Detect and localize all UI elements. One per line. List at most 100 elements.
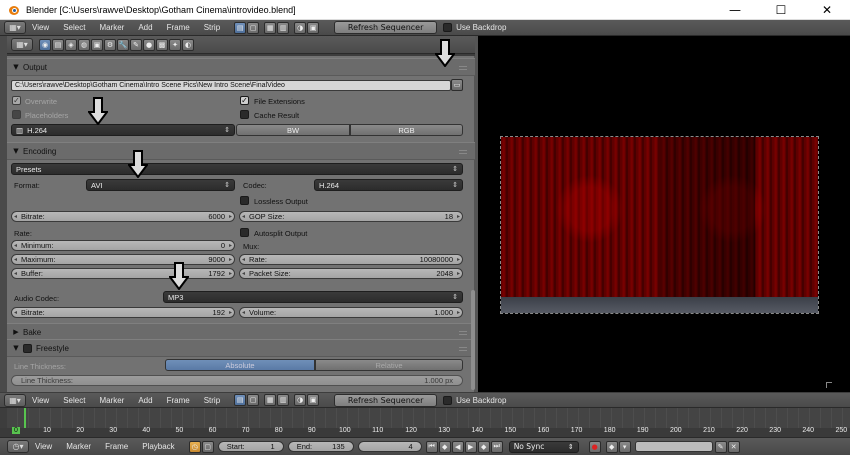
mux-rate-field[interactable]: ◂ Rate: 10080000 ▸ [239,254,463,265]
menu-view[interactable]: View [32,23,49,32]
codec-dropdown[interactable]: H.264 ⇕ [314,179,463,191]
jump-end-icon[interactable]: ⏭ [490,440,503,453]
container-format-dropdown[interactable]: AVI ⇕ [86,179,235,191]
cache-result-checkbox[interactable] [240,110,249,119]
prev-keyframe-icon[interactable]: ◆ [438,440,451,453]
menu-select[interactable]: Select [63,23,85,32]
rate-maximum-field[interactable]: ◂ Maximum: 9000 ▸ [11,254,235,265]
overlay-icon[interactable]: ◑ [294,21,307,34]
increment-arrow-icon[interactable]: ▸ [229,309,232,316]
playhead[interactable] [24,408,26,428]
next-keyframe-icon[interactable]: ◆ [477,440,490,453]
video-bitrate-field[interactable]: ◂ Bitrate: 6000 ▸ [11,211,235,222]
scene-icon[interactable]: ◈ [65,38,77,51]
data-icon[interactable]: ✎ [130,38,142,51]
keying-set-icon[interactable]: ▾ [618,440,631,453]
menu-view[interactable]: View [32,396,49,405]
menu-marker[interactable]: Marker [99,23,124,32]
decrement-arrow-icon[interactable]: ◂ [14,270,17,277]
corner-handle-icon[interactable] [826,382,832,388]
menu-frame[interactable]: Frame [167,23,190,32]
jump-start-icon[interactable]: ⏮ [425,440,438,453]
render-tab-icon[interactable]: ◉ [39,38,51,51]
decrement-arrow-icon[interactable]: ◂ [14,309,17,316]
presets-dropdown[interactable]: Presets ⇕ [11,163,463,175]
physics-icon[interactable]: ◐ [182,38,194,51]
timeline-track[interactable] [7,408,850,428]
menu-view[interactable]: View [35,442,52,451]
volume-field[interactable]: ◂ Volume: 1.000 ▸ [239,307,463,318]
menu-marker[interactable]: Marker [99,396,124,405]
color-bw-button[interactable]: BW [236,124,350,136]
decrement-arrow-icon[interactable]: ◂ [14,213,17,220]
record-icon[interactable]: ● [588,440,601,453]
increment-arrow-icon[interactable]: ▸ [457,309,460,316]
constraints-icon[interactable]: ⚙ [104,38,116,51]
placeholders-checkbox[interactable] [12,110,21,119]
packet-size-field[interactable]: ◂ Packet Size: 2048 ▸ [239,268,463,279]
lossless-output-checkbox[interactable] [240,196,249,205]
close-button[interactable]: ✕ [804,0,850,20]
play-reverse-icon[interactable]: ◀ [451,440,464,453]
material-icon[interactable]: ● [143,38,155,51]
overwrite-checkbox[interactable]: ✓ [12,96,21,105]
maximize-button[interactable]: ☐ [758,0,804,20]
lock-frame-icon[interactable]: ▢ [201,440,214,453]
decrement-arrow-icon[interactable]: ◂ [242,270,245,277]
output-section-header[interactable]: ▼ Output [7,58,475,76]
menu-select[interactable]: Select [63,396,85,405]
absolute-mode-button[interactable]: Absolute [165,359,315,371]
line-thickness-field[interactable]: Line Thickness: 1.000 px [11,375,463,386]
increment-arrow-icon[interactable]: ▸ [457,256,460,263]
current-frame-field[interactable]: 4 [357,441,422,452]
end-frame-field[interactable]: End: 135 [287,441,354,452]
minimize-button[interactable]: — [712,0,758,20]
menu-strip[interactable]: Strip [204,23,220,32]
keying-icon[interactable]: ◆ [605,440,618,453]
editor-type-button[interactable]: ▦▾ [4,393,26,407]
menu-add[interactable]: Add [138,23,152,32]
encoding-section-header[interactable]: ▼ Encoding [7,142,475,160]
use-backdrop-checkbox[interactable] [443,395,453,405]
menu-strip[interactable]: Strip [204,396,220,405]
increment-arrow-icon[interactable]: ▸ [457,270,460,277]
increment-arrow-icon[interactable]: ▸ [229,270,232,277]
editor-type-button[interactable]: ▦▾ [4,21,26,34]
decrement-arrow-icon[interactable]: ◂ [242,309,245,316]
properties-editor-button[interactable]: ▦▾ [11,38,33,51]
increment-arrow-icon[interactable]: ▸ [229,242,232,249]
file-extensions-checkbox[interactable]: ✓ [240,96,249,105]
render-layers-icon[interactable]: ▤ [52,38,64,51]
lock-icon[interactable]: ▢ [247,21,260,34]
play-icon[interactable]: ▶ [464,440,477,453]
proxy-icon[interactable]: ▣ [307,394,320,406]
menu-add[interactable]: Add [138,396,152,405]
start-frame-field[interactable]: Start: 1 [217,441,284,452]
modifiers-icon[interactable]: 🔧 [117,38,129,51]
timeline-editor-button[interactable]: ◷▾ [7,440,29,453]
drag-grip-icon[interactable] [459,347,467,351]
decrement-arrow-icon[interactable]: ◂ [242,256,245,263]
keying-set-field[interactable] [634,441,713,452]
drag-grip-icon[interactable] [459,150,467,154]
view-type-icon[interactable]: ▤ [234,394,247,406]
sync-mode-dropdown[interactable]: No Sync ⇕ [508,440,579,453]
overlay-icon[interactable]: ◑ [294,394,307,406]
freestyle-checkbox[interactable] [23,343,32,353]
channels-icon[interactable]: ▥ [277,21,290,34]
use-backdrop-checkbox[interactable] [443,23,453,32]
object-icon[interactable]: ▣ [91,38,103,51]
particles-icon[interactable]: ✦ [169,38,181,51]
insert-keyframe-icon[interactable]: ✎ [714,440,727,453]
menu-frame[interactable]: Frame [105,442,128,451]
decrement-arrow-icon[interactable]: ◂ [14,242,17,249]
increment-arrow-icon[interactable]: ▸ [229,256,232,263]
refresh-sequencer-button[interactable]: Refresh Sequencer [334,21,438,34]
autosplit-output-checkbox[interactable] [240,228,249,237]
display-mode-icon[interactable]: ▦ [264,394,277,406]
freestyle-section-header[interactable]: ▼ Freestyle [7,339,475,357]
audio-codec-dropdown[interactable]: MP3 ⇕ [163,291,463,303]
increment-arrow-icon[interactable]: ▸ [457,213,460,220]
gop-size-field[interactable]: ◂ GOP Size: 18 ▸ [239,211,463,222]
menu-marker[interactable]: Marker [66,442,91,451]
